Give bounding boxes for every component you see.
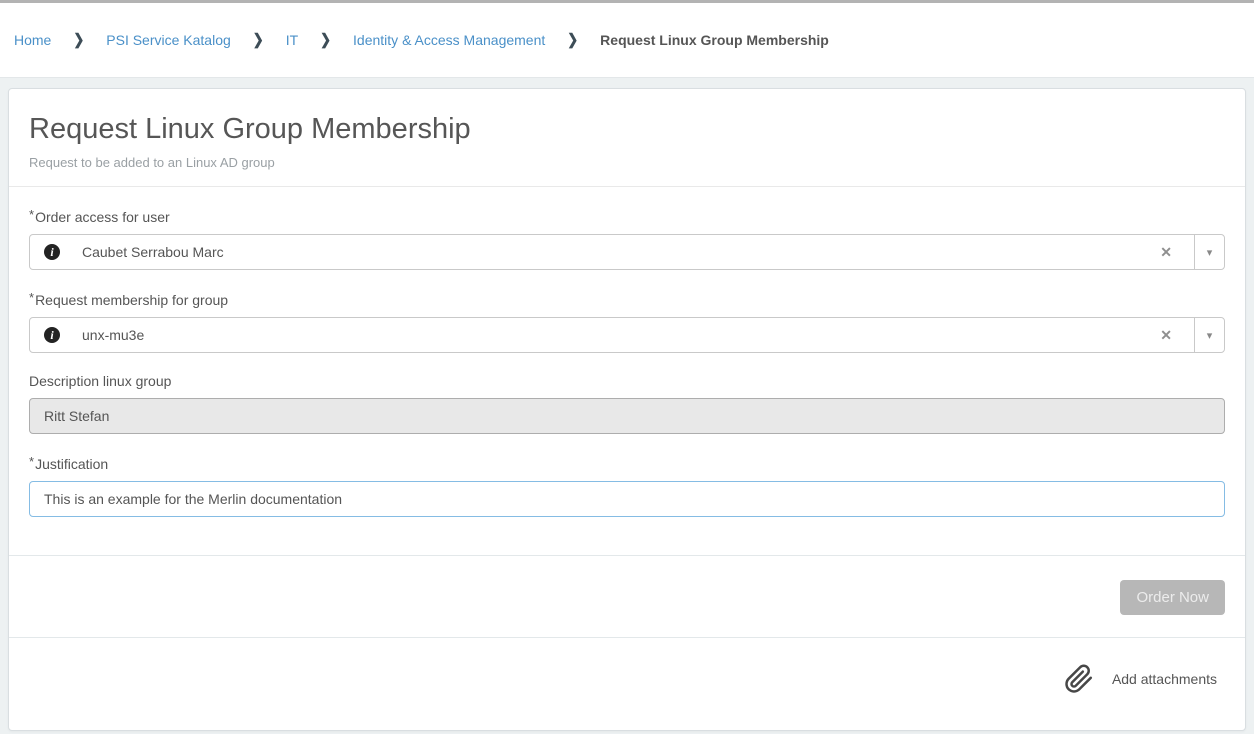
justification-field-label: *Justification [29, 454, 1225, 472]
order-section: Order Now [9, 555, 1245, 637]
chevron-right-icon: ❯ [320, 31, 331, 49]
required-marker: * [29, 454, 34, 469]
chevron-down-icon: ▾ [1207, 246, 1213, 259]
group-field-label: *Request membership for group [29, 290, 1225, 308]
field-group-description: Description linux group [29, 373, 1225, 434]
add-attachments-label[interactable]: Add attachments [1112, 671, 1217, 687]
group-clear-icon[interactable]: ✕ [1148, 328, 1184, 342]
chevron-right-icon: ❯ [73, 31, 84, 49]
chevron-right-icon: ❯ [253, 31, 264, 49]
breadcrumb-current-page: Request Linux Group Membership [600, 32, 829, 48]
user-combobox[interactable]: i Caubet Serrabou Marc ✕ ▾ [29, 234, 1225, 270]
request-form-card: Request Linux Group Membership Request t… [8, 88, 1246, 731]
form-area: *Order access for user i Caubet Serrabou… [9, 187, 1245, 555]
page-subtitle: Request to be added to an Linux AD group [29, 155, 1225, 170]
page-title: Request Linux Group Membership [29, 111, 1225, 147]
chevron-down-icon: ▾ [1207, 329, 1213, 342]
breadcrumb-identity-access-management[interactable]: Identity & Access Management [353, 32, 545, 48]
user-dropdown-toggle[interactable]: ▾ [1194, 235, 1224, 269]
required-marker: * [29, 207, 34, 222]
breadcrumb-psi-service-katalog[interactable]: PSI Service Katalog [106, 32, 231, 48]
user-combobox-main[interactable]: i Caubet Serrabou Marc ✕ [30, 235, 1194, 269]
user-selected-value: Caubet Serrabou Marc [82, 244, 1148, 260]
group-combobox[interactable]: i unx-mu3e ✕ ▾ [29, 317, 1225, 353]
user-clear-icon[interactable]: ✕ [1148, 245, 1184, 259]
attachments-section[interactable]: Add attachments [9, 637, 1245, 730]
group-dropdown-toggle[interactable]: ▾ [1194, 318, 1224, 352]
description-field-label: Description linux group [29, 373, 1225, 389]
group-selected-value: unx-mu3e [82, 327, 1148, 343]
group-combobox-main[interactable]: i unx-mu3e ✕ [30, 318, 1194, 352]
field-group-group: *Request membership for group i unx-mu3e… [29, 290, 1225, 353]
user-field-label: *Order access for user [29, 207, 1225, 225]
justification-input[interactable] [29, 481, 1225, 517]
field-group-user: *Order access for user i Caubet Serrabou… [29, 207, 1225, 270]
breadcrumb-it[interactable]: IT [286, 32, 298, 48]
order-now-button[interactable]: Order Now [1120, 580, 1225, 615]
description-field [29, 398, 1225, 434]
breadcrumb-home[interactable]: Home [14, 32, 51, 48]
breadcrumb: Home ❯ PSI Service Katalog ❯ IT ❯ Identi… [0, 3, 1254, 78]
info-icon: i [44, 244, 60, 260]
card-header: Request Linux Group Membership Request t… [9, 89, 1245, 187]
paperclip-icon[interactable] [1064, 664, 1094, 694]
field-group-justification: *Justification [29, 454, 1225, 517]
info-icon: i [44, 327, 60, 343]
chevron-right-icon: ❯ [567, 31, 578, 49]
required-marker: * [29, 290, 34, 305]
